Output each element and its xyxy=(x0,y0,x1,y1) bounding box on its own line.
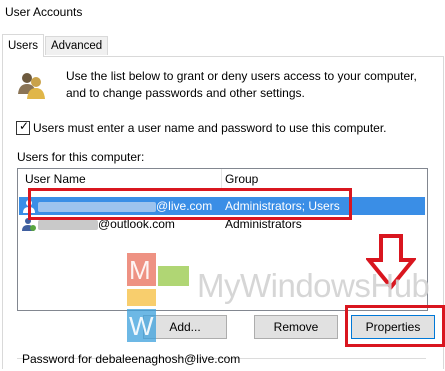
watermark-tile-m: M xyxy=(127,253,156,286)
require-login-checkbox[interactable]: ✓ xyxy=(16,119,30,135)
window-title: User Accounts xyxy=(5,5,83,19)
watermark: M W MyWindowsHub xyxy=(127,253,437,343)
tab-strip: Users Advanced xyxy=(0,32,445,57)
column-header-user-name[interactable]: User Name xyxy=(25,169,86,189)
users-group-icon xyxy=(18,73,45,99)
intro-text: Use the list below to grant or deny user… xyxy=(66,69,417,100)
watermark-tile-yellow xyxy=(127,289,156,306)
tab-advanced[interactable]: Advanced xyxy=(45,36,109,55)
password-section-label: Password for debaleenaghosh@live.com xyxy=(22,352,241,366)
checkmark-icon: ✓ xyxy=(19,119,30,133)
redacted-name xyxy=(38,219,98,230)
title-bar: User Accounts xyxy=(0,0,445,30)
require-login-label[interactable]: Users must enter a user name and passwor… xyxy=(33,121,387,135)
tab-users[interactable]: Users xyxy=(2,34,45,57)
watermark-tile-green xyxy=(158,266,189,286)
users-section-label: Users for this computer: xyxy=(17,150,145,164)
watermark-tile-w: W xyxy=(127,309,156,342)
highlight-selected-user-annotation xyxy=(28,188,352,220)
watermark-text: MyWindowsHub xyxy=(197,267,430,304)
column-header-group[interactable]: Group xyxy=(221,169,258,189)
